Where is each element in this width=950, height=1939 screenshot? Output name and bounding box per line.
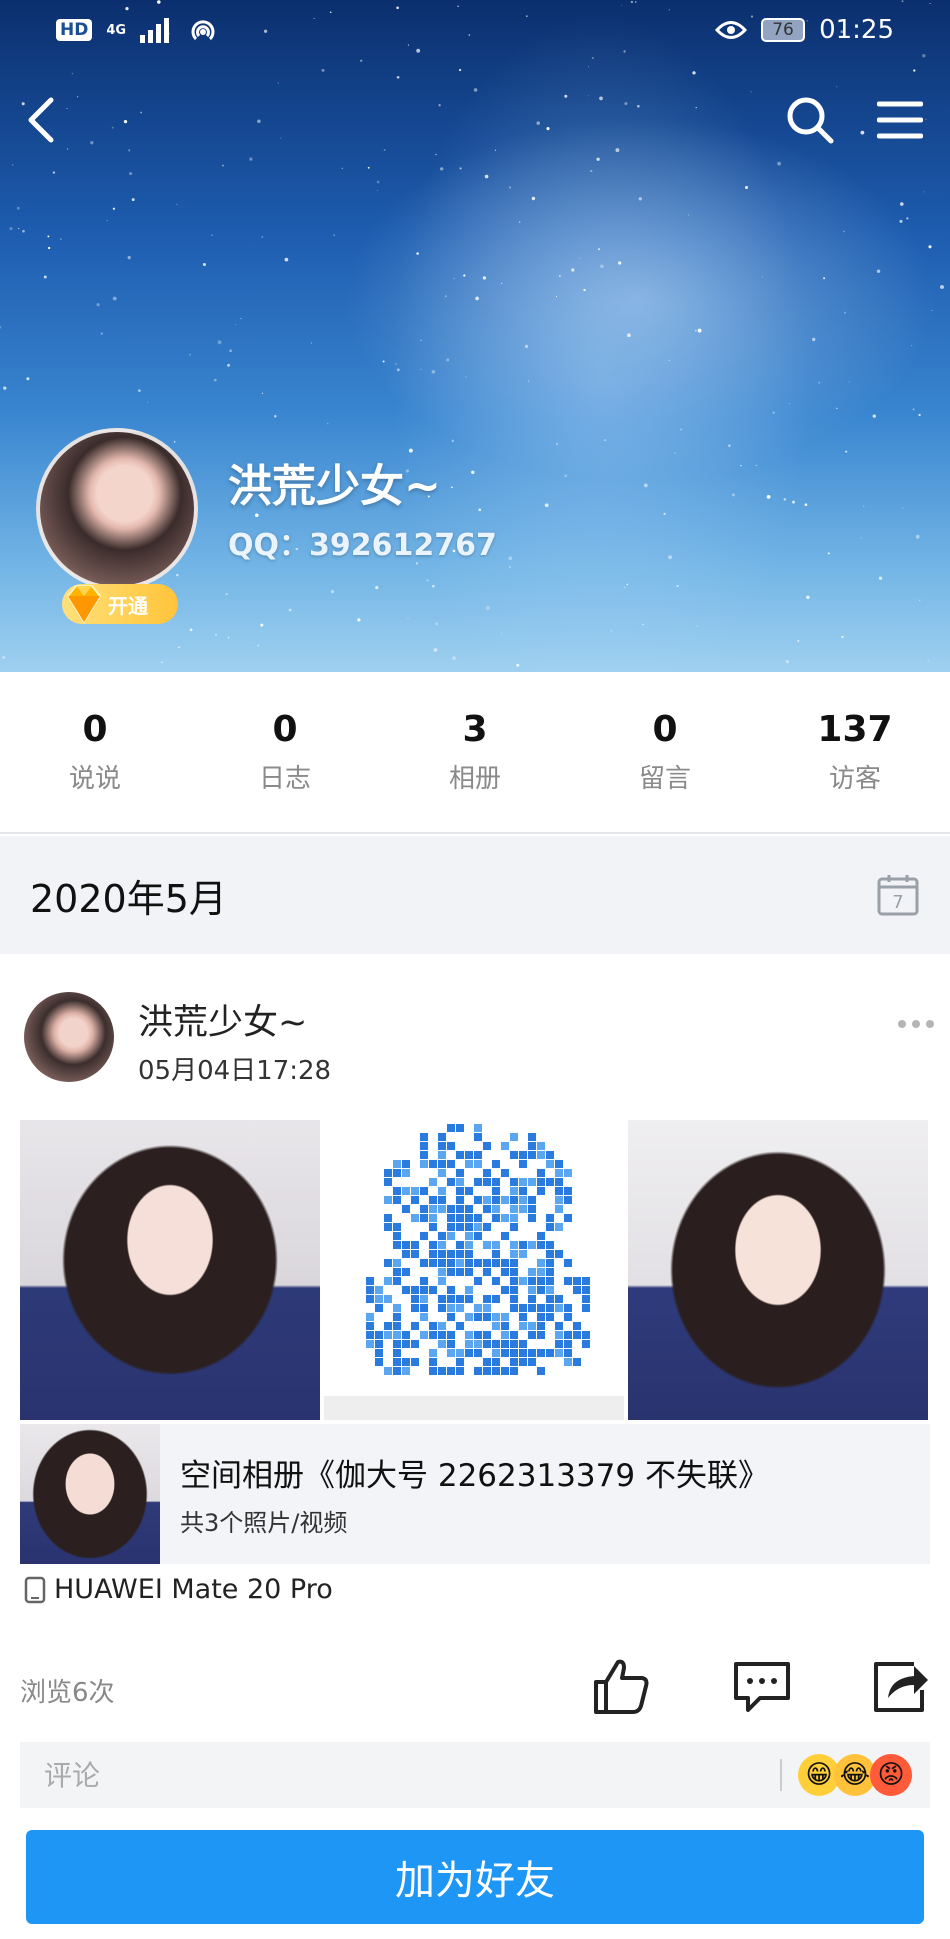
post-device: HUAWEI Mate 20 Pro xyxy=(24,1574,333,1605)
stat-blog[interactable]: 0 日志 xyxy=(190,672,380,832)
view-count: 浏览6次 xyxy=(20,1678,115,1708)
clock: 01:25 xyxy=(819,15,894,45)
hotspot-icon xyxy=(191,20,215,41)
search-icon xyxy=(787,97,834,144)
album-title: 空间相册《伽大号 2262313379 不失联》 xyxy=(180,1458,769,1494)
status-left: HD 4G xyxy=(56,15,218,45)
timeline-date: 2020年5月 xyxy=(30,876,227,921)
thumbs-up-icon[interactable] xyxy=(590,1654,654,1718)
post-timestamp: 05月04日17:28 xyxy=(138,1056,332,1086)
status-bar: HD 4G 76 01:25 xyxy=(0,0,950,60)
battery-indicator: 76 xyxy=(761,18,806,42)
photo-caption-strip xyxy=(324,1396,624,1420)
search-button[interactable] xyxy=(780,90,840,150)
post-author-avatar[interactable] xyxy=(24,992,114,1082)
calendar-day: 7 xyxy=(892,892,903,913)
timeline-date-bar: 2020年5月 7 xyxy=(0,836,950,954)
album-count: 共3个照片/视频 xyxy=(180,1509,348,1537)
vip-open-badge[interactable]: 开通 xyxy=(62,584,178,624)
stat-label: 访客 xyxy=(828,764,881,794)
comment-input[interactable] xyxy=(20,1742,780,1808)
feed-post: 洪荒少女~ 05月04日17:28 空间相册《伽大号 2262313379 不失… xyxy=(0,954,950,1824)
calendar-icon[interactable]: 7 xyxy=(876,873,920,917)
add-friend-button[interactable]: 加为好友 xyxy=(26,1830,924,1924)
post-actions: 浏览6次 xyxy=(0,1654,950,1724)
post-photo-grid xyxy=(20,1120,930,1420)
stat-value: 3 xyxy=(462,709,488,750)
post-photo[interactable] xyxy=(628,1120,928,1420)
vip-label: 开通 xyxy=(108,593,148,618)
stat-value: 0 xyxy=(82,709,108,750)
chevron-left-icon xyxy=(28,97,54,143)
album-thumbnail xyxy=(20,1424,160,1564)
profile-avatar[interactable] xyxy=(36,428,198,590)
comment-box: 😁 😂 😡 xyxy=(20,1742,930,1808)
hd-badge: HD xyxy=(56,19,93,41)
stat-value: 137 xyxy=(817,709,893,750)
signal-icon xyxy=(140,18,170,43)
comment-icon[interactable] xyxy=(730,1654,794,1718)
emoji-shortcuts[interactable]: 😁 😂 😡 xyxy=(798,1754,912,1796)
stat-label: 相册 xyxy=(448,764,501,794)
stat-visitors[interactable]: 137 访客 xyxy=(760,672,950,832)
profile-header-cover: HD 4G 76 01:25 开通 洪荒少女~ QQ：392612767 xyxy=(0,0,950,672)
stat-label: 说说 xyxy=(68,764,121,794)
stat-shuoshuo[interactable]: 0 说说 xyxy=(0,672,190,832)
comment-divider xyxy=(780,1759,782,1791)
back-button[interactable] xyxy=(10,90,70,150)
profile-name: 洪荒少女~ xyxy=(228,461,441,512)
stat-value: 0 xyxy=(652,709,678,750)
post-author-name[interactable]: 洪荒少女~ xyxy=(138,994,307,1045)
eye-comfort-icon xyxy=(715,21,748,39)
share-icon[interactable] xyxy=(868,1654,932,1718)
album-info: 空间相册《伽大号 2262313379 不失联》 共3个照片/视频 xyxy=(160,1450,769,1538)
more-options-icon[interactable] xyxy=(896,1014,936,1034)
stat-album[interactable]: 3 相册 xyxy=(380,672,570,832)
phone-icon xyxy=(24,1576,46,1603)
hamburger-menu-icon xyxy=(877,101,923,139)
qr-code-penguin-image xyxy=(366,1124,590,1375)
profile-stats: 0 说说 0 日志 3 相册 0 留言 137 访客 xyxy=(0,672,950,834)
stat-value: 0 xyxy=(272,709,298,750)
profile-qq-number: QQ：392612767 xyxy=(228,528,497,563)
menu-button[interactable] xyxy=(870,90,930,150)
status-right: 76 01:25 xyxy=(715,15,894,45)
stat-label: 留言 xyxy=(638,764,691,794)
post-photo-qr-code[interactable] xyxy=(324,1120,624,1420)
network-type: 4G xyxy=(106,22,127,38)
post-photo[interactable] xyxy=(20,1120,320,1420)
stat-label: 日志 xyxy=(258,764,311,794)
stat-messages[interactable]: 0 留言 xyxy=(570,672,760,832)
angry-emoji-icon[interactable]: 😡 xyxy=(870,1754,912,1796)
album-card[interactable]: 空间相册《伽大号 2262313379 不失联》 共3个照片/视频 xyxy=(20,1424,930,1564)
diamond-icon xyxy=(66,585,102,624)
device-name: HUAWEI Mate 20 Pro xyxy=(54,1574,333,1605)
